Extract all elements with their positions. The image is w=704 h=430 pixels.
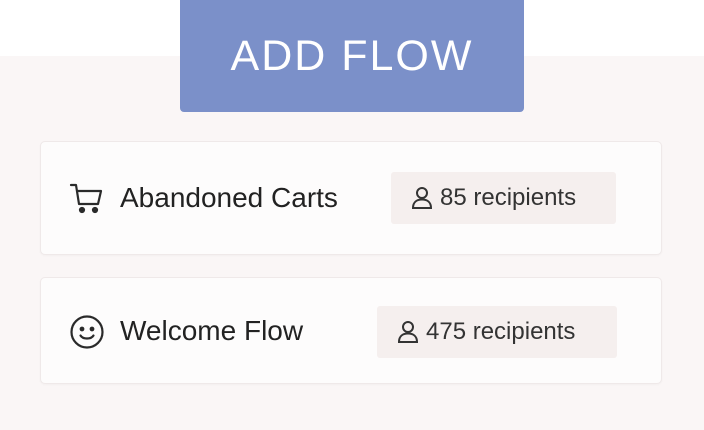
flow-card-welcome-flow[interactable]: Welcome Flow 475 recipients	[40, 277, 662, 384]
add-flow-button[interactable]: ADD FLOW	[180, 0, 524, 112]
smiley-face-icon	[69, 314, 105, 350]
person-icon	[411, 186, 433, 210]
shopping-cart-icon	[69, 180, 105, 216]
recipients-count: 475 recipients	[426, 318, 576, 345]
flow-name: Abandoned Carts	[120, 182, 338, 213]
flow-name: Welcome Flow	[120, 315, 304, 346]
person-icon	[397, 320, 419, 344]
recipients-count: 85 recipients	[440, 184, 577, 211]
flow-card-abandoned-carts[interactable]: Abandoned Carts 85 recipients	[40, 141, 662, 255]
recipients-badge: 85 recipients	[391, 172, 616, 224]
recipients-badge: 475 recipients	[377, 306, 617, 358]
